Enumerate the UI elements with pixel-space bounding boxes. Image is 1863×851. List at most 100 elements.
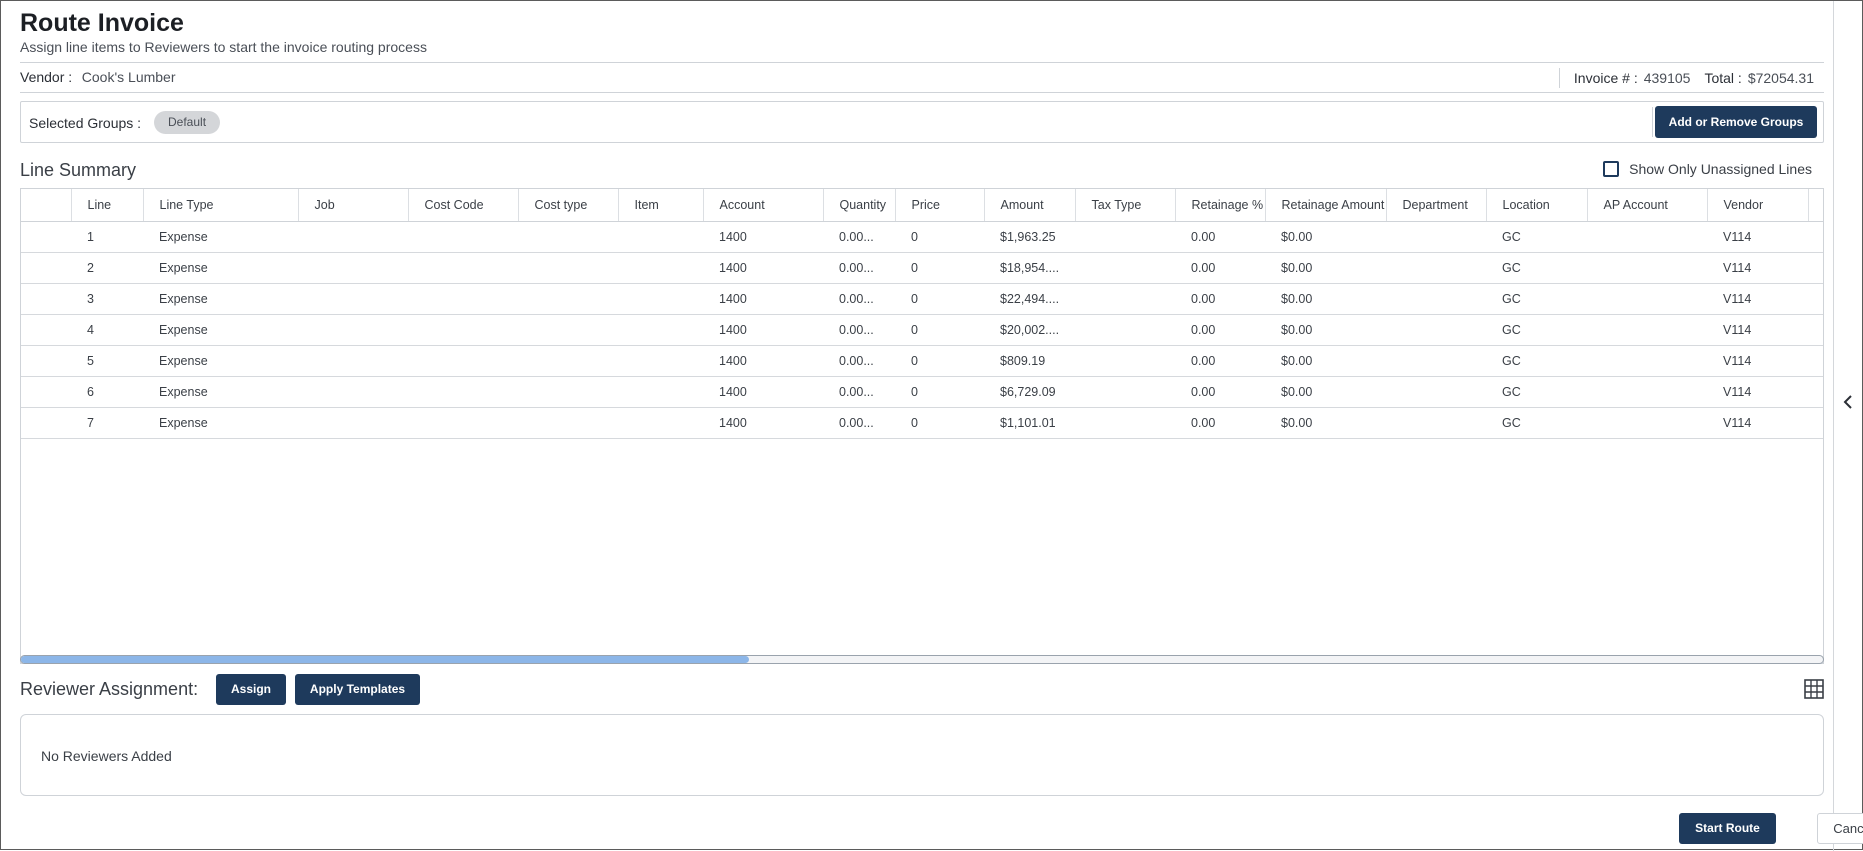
table-cell [408,252,518,284]
table-cell: 7 [71,407,143,439]
table-cell [408,314,518,346]
table-cell [1075,376,1175,408]
column-header[interactable]: Vendor [1707,189,1809,222]
table-cell: V114 [1707,221,1808,253]
invoice-info-row: Vendor : Cook's Lumber Invoice # : 43910… [20,62,1824,92]
table-cell [298,314,408,346]
table-cell: $0.00 [1265,345,1386,377]
table-cell: Expense [143,283,298,315]
table-cell [1075,345,1175,377]
horizontal-scrollbar[interactable] [20,655,1824,664]
table-cell [21,314,71,346]
table-row[interactable]: 7 Expense 1400 0.00... 0 $1,101.01 0.00 $0.00 GC… [21,407,1823,439]
column-header[interactable]: Cost type [518,189,619,222]
table-cell: 1400 [703,221,823,253]
invoice-summary: Invoice # : 439105 Total : $72054.31 [1558,68,1814,88]
table-cell: 0.00 [1175,345,1265,377]
unassigned-filter[interactable]: Show Only Unassigned Lines [1603,161,1812,177]
table-cell: 0.00... [823,345,895,377]
divider [20,92,1824,93]
table-cell: 0.00... [823,252,895,284]
table-cell [618,407,703,439]
table-cell: 1 [71,221,143,253]
table-cell [618,221,703,253]
column-header[interactable]: Account [703,189,824,222]
column-header[interactable]: Quantity [823,189,896,222]
column-header[interactable]: Location [1486,189,1588,222]
table-cell: Expense [143,376,298,408]
scrollbar-thumb[interactable] [21,656,749,663]
line-summary-title: Line Summary [20,160,137,180]
column-header[interactable]: Job [298,189,409,222]
table-cell: $0.00 [1265,283,1386,315]
chevron-left-icon[interactable] [1837,391,1859,413]
page-subtitle: Assign line items to Reviewers to start … [20,39,427,55]
table-cell: V114 [1707,252,1808,284]
table-row[interactable]: 5 Expense 1400 0.00... 0 $809.19 0.00 $0.00 GC V1… [21,345,1823,377]
cancel-button[interactable]: Cancel [1817,813,1863,844]
unassigned-checkbox[interactable] [1603,161,1620,177]
table-cell [1808,283,1823,315]
table-cell: 0.00... [823,283,895,315]
table-cell [518,252,618,284]
column-header [21,189,72,222]
table-row[interactable]: 4 Expense 1400 0.00... 0 $20,002.... 0.00 $0.00… [21,314,1823,346]
reviewer-assignment-title: Reviewer Assignment: [20,679,199,699]
table-cell: 0.00... [823,314,895,346]
table-cell: 1400 [703,407,823,439]
table-cell: V114 [1707,407,1808,439]
table-cell [1075,221,1175,253]
table-cell: 0.00... [823,221,895,253]
table-cell: GC [1486,376,1587,408]
add-remove-groups-button[interactable]: Add or Remove Groups [1655,106,1817,138]
column-header[interactable]: Cost Code [408,189,519,222]
table-row[interactable]: 2 Expense 1400 0.00... 0 $18,954.... 0.00 $0.00… [21,252,1823,284]
table-row[interactable]: 6 Expense 1400 0.00... 0 $6,729.09 0.00 $0.00 GC… [21,376,1823,408]
table-cell [1386,283,1486,315]
table-cell: 0.00... [823,376,895,408]
table-cell: 0 [895,345,984,377]
column-header[interactable]: Retainage % [1175,189,1266,222]
table-cell: 1400 [703,314,823,346]
column-header[interactable]: U [1808,189,1823,222]
table-cell: V114 [1707,314,1808,346]
table-cell: GC [1486,345,1587,377]
table-cell: GC [1486,283,1587,315]
vendor-label: Vendor : [20,69,73,85]
column-header[interactable]: Retainage Amount [1265,189,1387,222]
table-cell [1075,252,1175,284]
group-chip-default[interactable]: Default [154,111,221,134]
table-cell: Expense [143,252,298,284]
table-cell [1386,221,1486,253]
table-cell [1386,345,1486,377]
column-header[interactable]: Price [895,189,985,222]
start-route-button[interactable]: Start Route [1679,813,1776,844]
table-cell: Expense [143,345,298,377]
table-cell [298,376,408,408]
table-cell [298,407,408,439]
table-cell: 1400 [703,376,823,408]
column-header[interactable]: Item [618,189,704,222]
column-header[interactable]: Amount [984,189,1076,222]
divider [1652,107,1653,137]
table-cell [408,407,518,439]
table-cell [518,345,618,377]
apply-templates-button[interactable]: Apply Templates [295,674,420,705]
table-cell: 4 [71,314,143,346]
table-cell: $6,729.09 [984,376,1075,408]
table-cell: Expense [143,407,298,439]
table-cell [518,407,618,439]
column-header[interactable]: Line [71,189,144,222]
table-cell: 0.00 [1175,407,1265,439]
grid-view-icon[interactable] [1804,679,1824,699]
column-header[interactable]: AP Account [1587,189,1708,222]
assign-button[interactable]: Assign [216,674,286,705]
table-row[interactable]: 3 Expense 1400 0.00... 0 $22,494.... 0.00 $0.00… [21,283,1823,315]
column-header[interactable]: Line Type [143,189,299,222]
table-cell: $809.19 [984,345,1075,377]
table-row[interactable]: 1 Expense 1400 0.00... 0 $1,963.25 0.00 $0.00 GC… [21,221,1823,253]
column-header[interactable]: Department [1386,189,1487,222]
table-cell [1808,314,1823,346]
column-header[interactable]: Tax Type [1075,189,1176,222]
invoice-total-value: $72054.31 [1747,70,1814,86]
